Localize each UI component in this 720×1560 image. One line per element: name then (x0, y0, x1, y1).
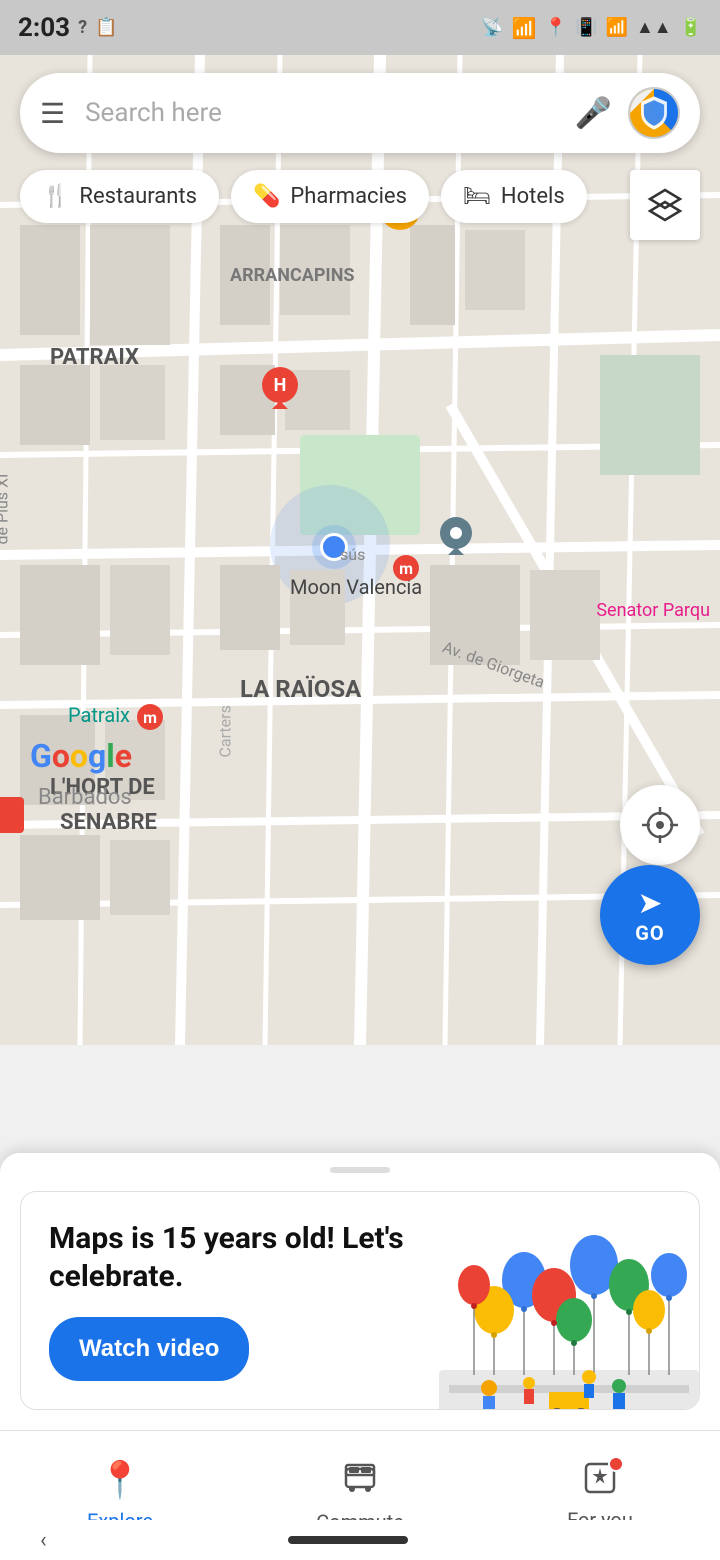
balloons-illustration (439, 1220, 699, 1409)
hotel-icon: 🛏 (463, 184, 491, 209)
microphone-icon[interactable]: 🎤 (575, 96, 612, 131)
google-logo: Google (30, 737, 132, 775)
go-button[interactable]: ➤ GO (600, 865, 700, 965)
layer-toggle-button[interactable] (630, 170, 700, 240)
map-label-hort2: SENABRE (60, 810, 157, 835)
chip-pharmacies[interactable]: 💊 Pharmacies (231, 170, 429, 223)
for-you-icon-wrap (582, 1460, 618, 1500)
avatar[interactable] (628, 87, 680, 139)
map-label-patraix-metro: Patraix (68, 703, 130, 727)
chip-restaurants[interactable]: 🍴 Restaurants (20, 170, 219, 223)
map-pin-gray (438, 515, 474, 565)
sheet-handle (330, 1167, 390, 1173)
restaurant-icon: 🍴 (42, 184, 69, 209)
status-time: 2:03 (18, 13, 70, 43)
chip-hotels[interactable]: 🛏 Hotels (441, 170, 587, 223)
status-bar: 2:03 ? 📋 📡 📶 📍 📳 📶 ▲▲ 🔋 (0, 0, 720, 55)
notification-dot (608, 1456, 624, 1472)
search-bar[interactable]: ☰ Search here 🎤 (20, 73, 700, 153)
back-button[interactable]: ‹ (40, 1528, 47, 1553)
map-edge-marker (0, 797, 24, 833)
go-label: GO (635, 921, 664, 945)
my-location-button[interactable] (620, 785, 700, 865)
search-input[interactable]: Search here (85, 98, 575, 128)
bottom-sheet: Maps is 15 years old! Let's celebrate. W… (0, 1153, 720, 1430)
pharmacy-icon: 💊 (253, 184, 280, 209)
card-text-side: Maps is 15 years old! Let's celebrate. W… (21, 1220, 439, 1409)
home-indicator[interactable] (288, 1536, 408, 1544)
map-label-sus: sús (340, 545, 365, 564)
signal-icon: ▲▲ (636, 17, 672, 38)
menu-icon[interactable]: ☰ (40, 97, 65, 130)
cast-icon: 📡 (481, 17, 503, 38)
vibrate-icon: 📳 (575, 17, 597, 38)
watch-video-button[interactable]: Watch video (49, 1317, 249, 1381)
wifi-icon: 📶 (606, 17, 628, 38)
card-image-side (439, 1220, 699, 1409)
category-chips: 🍴 Restaurants 💊 Pharmacies 🛏 Hotels (20, 170, 587, 223)
layers-icon (646, 186, 684, 224)
celebration-card: Maps is 15 years old! Let's celebrate. W… (20, 1191, 700, 1410)
map-label-pius: de Pius XI (0, 474, 12, 545)
chip-pharmacies-label: Pharmacies (290, 184, 407, 209)
svg-text:H: H (274, 375, 287, 396)
map-label-barbados: Barbados (38, 785, 132, 810)
chip-hotels-label: Hotels (501, 184, 565, 209)
map-label-la-raiosa: LA RAÏOSA (240, 675, 361, 703)
map-label-patraix: PATRAIX (50, 345, 139, 370)
metro-badge-patraix: m (137, 704, 163, 730)
map-area[interactable]: Plaça d ☰ Search here 🎤 🍴 Restaurants 💊 … (0, 55, 720, 1045)
map-label-arrancapins: ARRANCAPINS (230, 265, 354, 286)
map-label-senator: Senator Parqu (596, 600, 710, 621)
commute-icon (342, 1457, 378, 1502)
map-pin-hotel: H (260, 365, 300, 419)
metro-badge-sus: m (393, 555, 419, 581)
go-arrow-icon: ➤ (637, 886, 662, 921)
home-bar: ‹ (0, 1520, 720, 1560)
bluetooth-icon: 📶 (512, 16, 537, 40)
location-crosshair-icon (642, 807, 678, 843)
card-title: Maps is 15 years old! Let's celebrate. (49, 1220, 439, 1295)
map-label-carters: Carters (216, 705, 235, 757)
chip-restaurants-label: Restaurants (79, 184, 197, 209)
battery-icon: 🔋 (680, 17, 702, 38)
explore-icon: 📍 (98, 1459, 143, 1501)
location-icon: 📍 (545, 17, 567, 38)
